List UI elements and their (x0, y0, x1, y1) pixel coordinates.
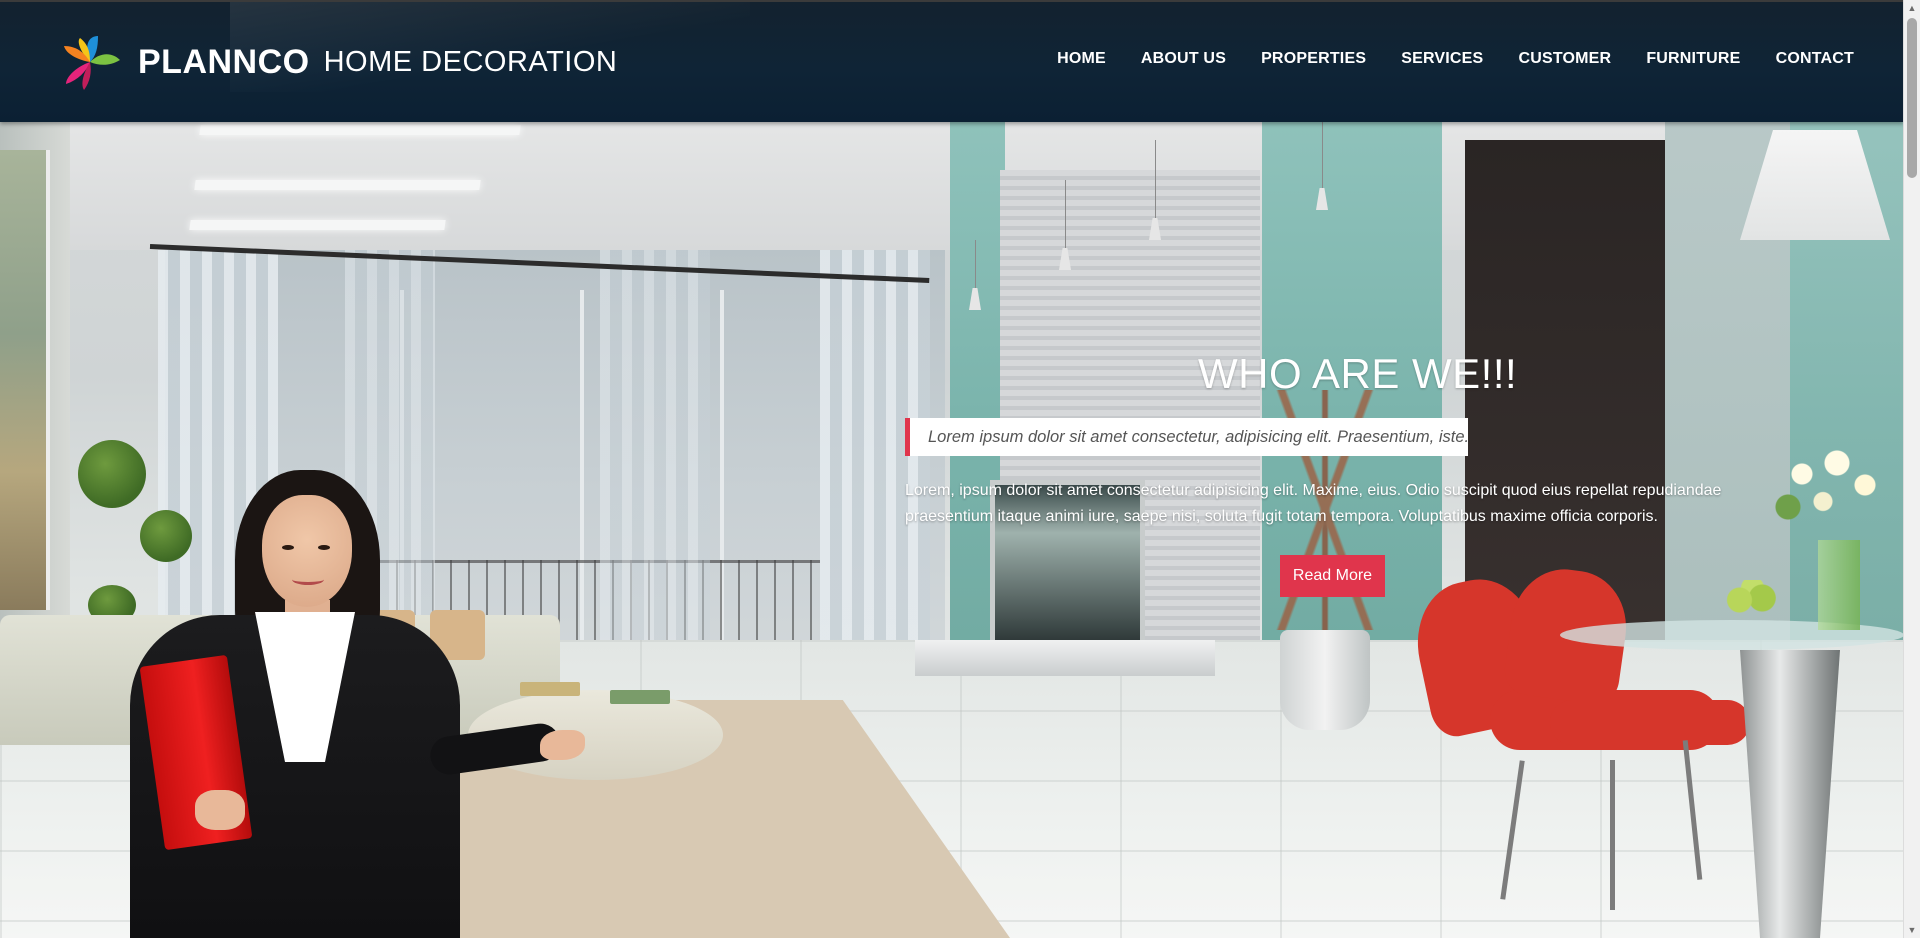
wall-painting (0, 150, 50, 610)
vase (1280, 630, 1370, 730)
hero-title: WHO ARE WE!!! (1198, 350, 1518, 397)
hero-background-image (0, 0, 1904, 938)
logo-tagline: HOME DECORATION (323, 45, 618, 78)
scroll-thumb[interactable] (1907, 18, 1917, 178)
nav-customer[interactable]: CUSTOMER (1518, 50, 1611, 68)
nav-furniture[interactable]: FURNITURE (1646, 50, 1740, 68)
page: PLANNCO HOME DECORATION HOME ABOUT US PR… (0, 0, 1920, 938)
logo[interactable]: PLANNCO HOME DECORATION (54, 32, 617, 92)
nav-home[interactable]: HOME (1057, 50, 1106, 68)
main-nav: HOME ABOUT US PROPERTIES SERVICES CUSTOM… (1022, 50, 1854, 68)
vertical-scrollbar[interactable]: ▲ ▼ (1903, 0, 1920, 938)
scroll-up-arrow-icon[interactable]: ▲ (1904, 0, 1920, 16)
logo-brand-name: PLANNCO (138, 42, 310, 81)
nav-about-us[interactable]: ABOUT US (1141, 50, 1226, 68)
nav-contact[interactable]: CONTACT (1776, 50, 1854, 68)
scroll-down-arrow-icon[interactable]: ▼ (1904, 922, 1920, 938)
hero-quote: Lorem ipsum dolor sit amet consectetur, … (905, 418, 1469, 456)
nav-services[interactable]: SERVICES (1401, 50, 1483, 68)
nav-properties[interactable]: PROPERTIES (1261, 50, 1366, 68)
hero-description: Lorem, ipsum dolor sit amet consectetur … (905, 482, 1722, 525)
pinwheel-logo-icon (54, 32, 126, 92)
site-header: PLANNCO HOME DECORATION HOME ABOUT US PR… (0, 0, 1904, 122)
read-more-button[interactable]: Read More (1280, 555, 1385, 597)
